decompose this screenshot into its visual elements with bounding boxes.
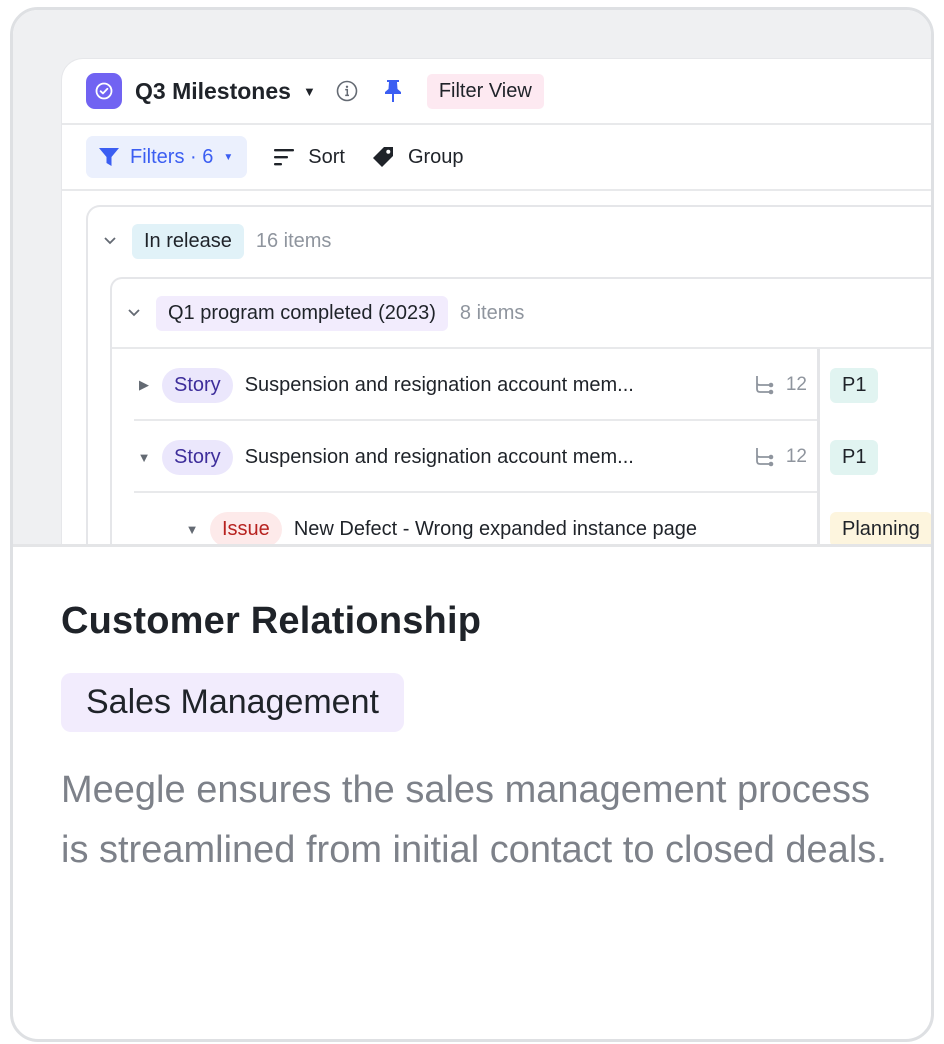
title-cell: ▶ Story Suspension and resignation accou…	[112, 349, 820, 421]
subgroup-label-badge: Q1 program completed (2023)	[156, 295, 448, 331]
sort-icon	[274, 149, 295, 166]
group-item-count: 16 items	[255, 229, 332, 252]
row-title[interactable]: Suspension and resignation account mem..…	[245, 374, 634, 397]
table-row[interactable]: ▼ Story Suspension and resignation accou…	[112, 421, 931, 493]
release-group: In release 16 items Q1 program completed…	[86, 205, 931, 544]
card-description: Meegle ensures the sales management proc…	[61, 769, 887, 871]
row-title[interactable]: Suspension and resignation account mem..…	[245, 446, 634, 469]
view-header: Q3 Milestones ▼ Filter View	[62, 59, 931, 125]
view-toolbar: Filters · 6 ▼ Sort Group	[62, 125, 931, 191]
view-panel: Q3 Milestones ▼ Filter View Filters · 6 …	[61, 58, 931, 544]
preview-image: Q3 Milestones ▼ Filter View Filters · 6 …	[13, 10, 931, 547]
priority-badge: P1	[830, 439, 879, 475]
card-content: Customer Relationship Sales Management M…	[61, 600, 891, 880]
priority-badge: P1	[830, 367, 879, 403]
title-cell: ▼ Issue New Defect - Wrong expanded inst…	[112, 493, 820, 544]
group-button[interactable]: Group	[371, 145, 464, 169]
filter-funnel-icon	[99, 148, 119, 166]
sort-button[interactable]: Sort	[273, 146, 345, 169]
status-badge: Planning	[830, 511, 931, 544]
caret-down-icon[interactable]: ▼	[303, 84, 316, 99]
expand-down-icon[interactable]: ▼	[136, 450, 152, 465]
subgroup-item-count: 8 items	[459, 301, 525, 324]
card-heading: Customer Relationship	[61, 600, 482, 642]
sort-label: Sort	[308, 145, 345, 168]
group-label: Group	[407, 145, 464, 168]
category-badge: Sales Management	[61, 673, 404, 732]
title-cell: ▼ Story Suspension and resignation accou…	[112, 421, 820, 493]
info-icon[interactable]	[336, 80, 358, 102]
filter-view-badge: Filter View	[426, 73, 544, 109]
priority-cell[interactable]: P1	[820, 349, 879, 421]
chevron-down-icon[interactable]	[102, 236, 118, 246]
tag-icon	[372, 147, 393, 167]
view-title[interactable]: Q3 Milestones	[135, 78, 291, 105]
subtask-tree-icon	[755, 448, 774, 467]
release-group-header[interactable]: In release 16 items	[88, 207, 931, 275]
pin-icon[interactable]	[384, 79, 402, 103]
filters-label: Filters · 6	[130, 145, 214, 168]
type-tag: Issue	[210, 511, 282, 544]
filters-button[interactable]: Filters · 6 ▼	[86, 136, 248, 178]
type-tag: Story	[162, 367, 233, 403]
subgroup-header[interactable]: Q1 program completed (2023) 8 items	[112, 279, 931, 349]
type-tag: Story	[162, 439, 233, 475]
caret-down-icon: ▼	[223, 151, 234, 163]
milestone-subgroup: Q1 program completed (2023) 8 items ▶ St…	[110, 277, 931, 544]
expand-down-icon[interactable]: ▼	[184, 522, 200, 537]
solution-card[interactable]: Q3 Milestones ▼ Filter View Filters · 6 …	[10, 7, 934, 1042]
subtask-tree-icon	[755, 376, 774, 395]
milestone-app-icon	[86, 73, 122, 109]
table-row[interactable]: ▶ Story Suspension and resignation accou…	[112, 349, 931, 421]
chevron-down-icon[interactable]	[126, 308, 142, 318]
priority-cell[interactable]: P1	[820, 421, 879, 493]
subtask-count: 12	[754, 374, 807, 396]
status-cell[interactable]: Planning	[820, 493, 931, 544]
expand-right-icon[interactable]: ▶	[136, 377, 152, 393]
subtask-count: 12	[754, 446, 807, 468]
group-label-badge: In release	[132, 223, 244, 259]
table-row[interactable]: ▼ Issue New Defect - Wrong expanded inst…	[112, 493, 931, 544]
row-title[interactable]: New Defect - Wrong expanded instance pag…	[294, 518, 697, 541]
